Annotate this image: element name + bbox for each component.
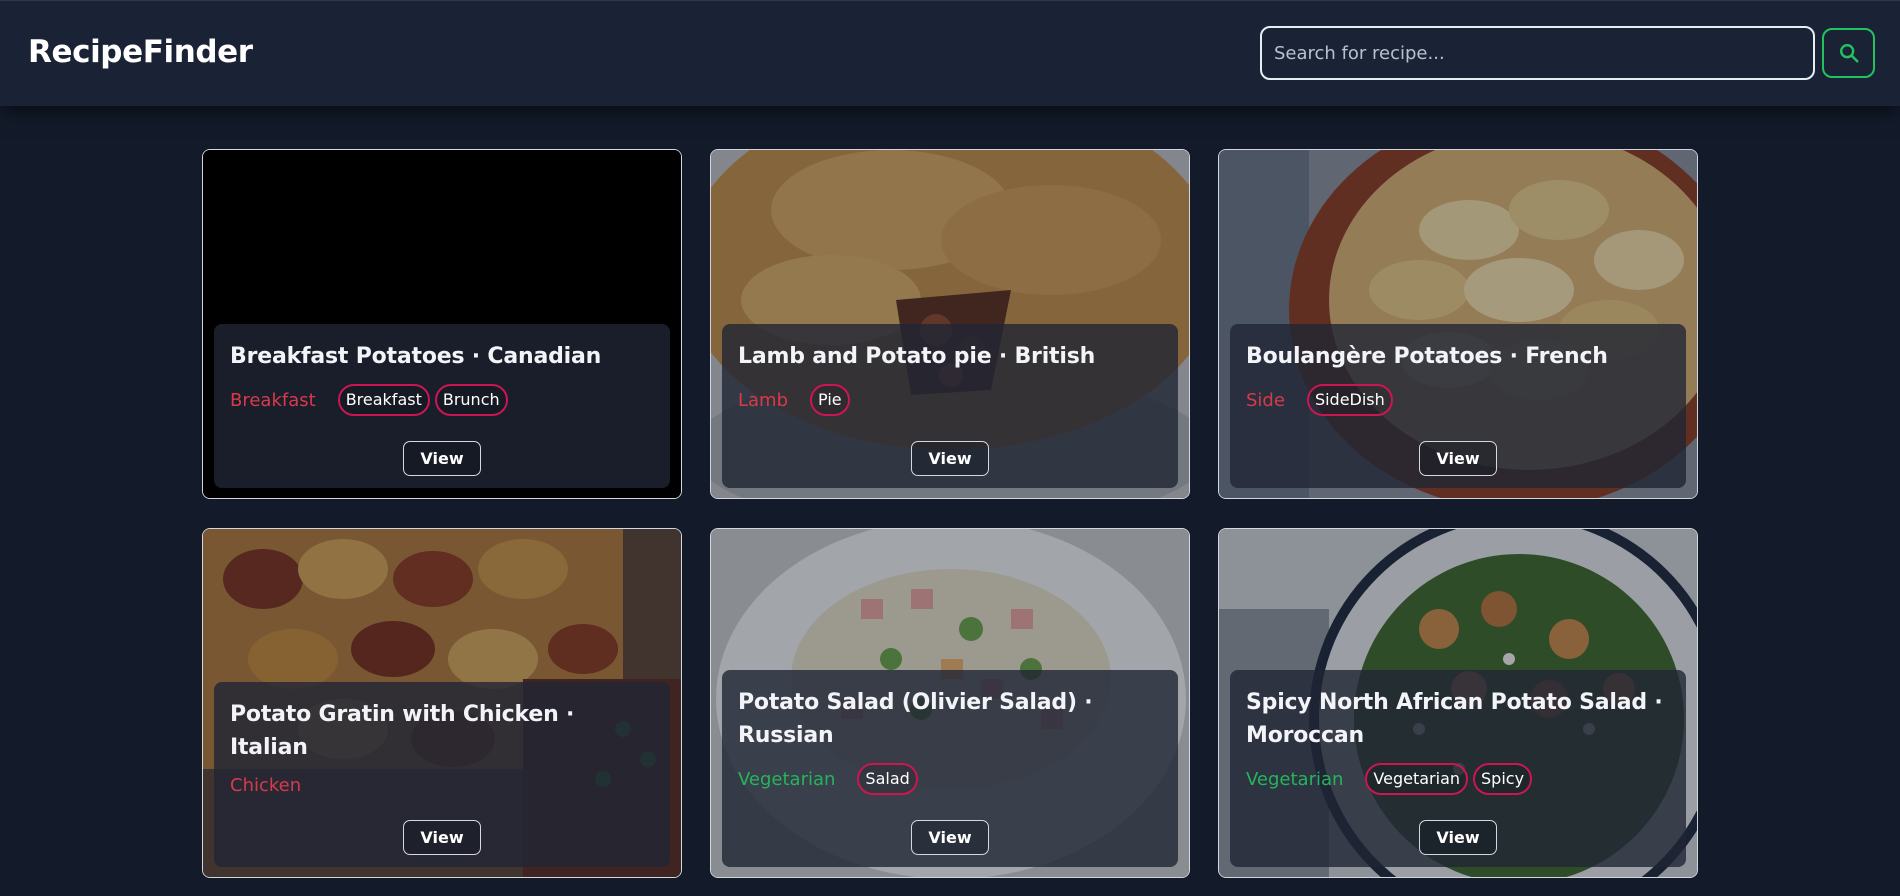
recipe-title: Breakfast Potatoes · Canadian — [230, 344, 602, 369]
recipe-tag: Brunch — [434, 384, 508, 416]
recipe-tag: Salad — [857, 763, 918, 795]
card-info-panel: Spicy North African Potato Salad · Moroc… — [1230, 670, 1686, 867]
recipe-tag: Spicy — [1473, 763, 1533, 795]
view-recipe-button[interactable]: View — [911, 441, 989, 476]
recipe-category: Vegetarian — [738, 768, 836, 790]
recipe-title: Potato Gratin with Chicken · Italian — [230, 702, 575, 760]
card-info-panel: Potato Salad (Olivier Salad) · Russian V… — [722, 670, 1178, 867]
view-recipe-button[interactable]: View — [403, 441, 481, 476]
recipe-meta: Chicken — [230, 774, 654, 796]
recipe-tag: Pie — [810, 384, 850, 416]
view-recipe-button[interactable]: View — [911, 820, 989, 855]
recipe-title: Potato Salad (Olivier Salad) · Russian — [738, 690, 1093, 748]
recipe-card: Breakfast Potatoes · Canadian Breakfast … — [202, 149, 682, 499]
recipe-category: Breakfast — [230, 389, 316, 411]
recipe-grid: Breakfast Potatoes · Canadian Breakfast … — [202, 149, 1698, 878]
search-input[interactable] — [1260, 26, 1815, 80]
recipe-title: Boulangère Potatoes · French — [1246, 344, 1608, 369]
recipe-category: Lamb — [738, 389, 789, 411]
recipe-category: Side — [1246, 389, 1285, 411]
recipe-meta: Breakfast Breakfast Brunch — [230, 383, 654, 417]
recipe-card: Lamb and Potato pie · British Lamb Pie V… — [710, 149, 1190, 499]
top-header: RecipeFinder — [0, 0, 1900, 106]
view-recipe-button[interactable]: View — [403, 820, 481, 855]
recipe-title: Spicy North African Potato Salad · Moroc… — [1246, 690, 1663, 748]
card-info-panel: Breakfast Potatoes · Canadian Breakfast … — [214, 324, 670, 488]
recipe-meta: Vegetarian Vegetarian Spicy — [1246, 762, 1670, 796]
recipe-title: Lamb and Potato pie · British — [738, 344, 1096, 369]
recipe-card: Spicy North African Potato Salad · Moroc… — [1218, 528, 1698, 878]
recipe-card: Potato Salad (Olivier Salad) · Russian V… — [710, 528, 1190, 878]
view-recipe-button[interactable]: View — [1419, 820, 1497, 855]
recipe-category: Chicken — [230, 774, 302, 796]
card-info-panel: Boulangère Potatoes · French Side SideDi… — [1230, 324, 1686, 488]
card-info-panel: Lamb and Potato pie · British Lamb Pie V… — [722, 324, 1178, 488]
search-button[interactable] — [1822, 28, 1875, 78]
recipe-card: Potato Gratin with Chicken · Italian Chi… — [202, 528, 682, 878]
recipe-tag: Breakfast — [337, 384, 430, 416]
view-recipe-button[interactable]: View — [1419, 441, 1497, 476]
card-info-panel: Potato Gratin with Chicken · Italian Chi… — [214, 682, 670, 867]
recipe-category: Vegetarian — [1246, 768, 1344, 790]
recipe-meta: Vegetarian Salad — [738, 762, 1162, 796]
recipe-card: Boulangère Potatoes · French Side SideDi… — [1218, 149, 1698, 499]
app-brand[interactable]: RecipeFinder — [28, 34, 253, 70]
recipe-meta: Lamb Pie — [738, 383, 1162, 417]
recipe-tag: Vegetarian — [1365, 763, 1469, 795]
search-icon — [1839, 44, 1859, 63]
recipe-meta: Side SideDish — [1246, 383, 1670, 417]
recipe-tag: SideDish — [1306, 384, 1393, 416]
